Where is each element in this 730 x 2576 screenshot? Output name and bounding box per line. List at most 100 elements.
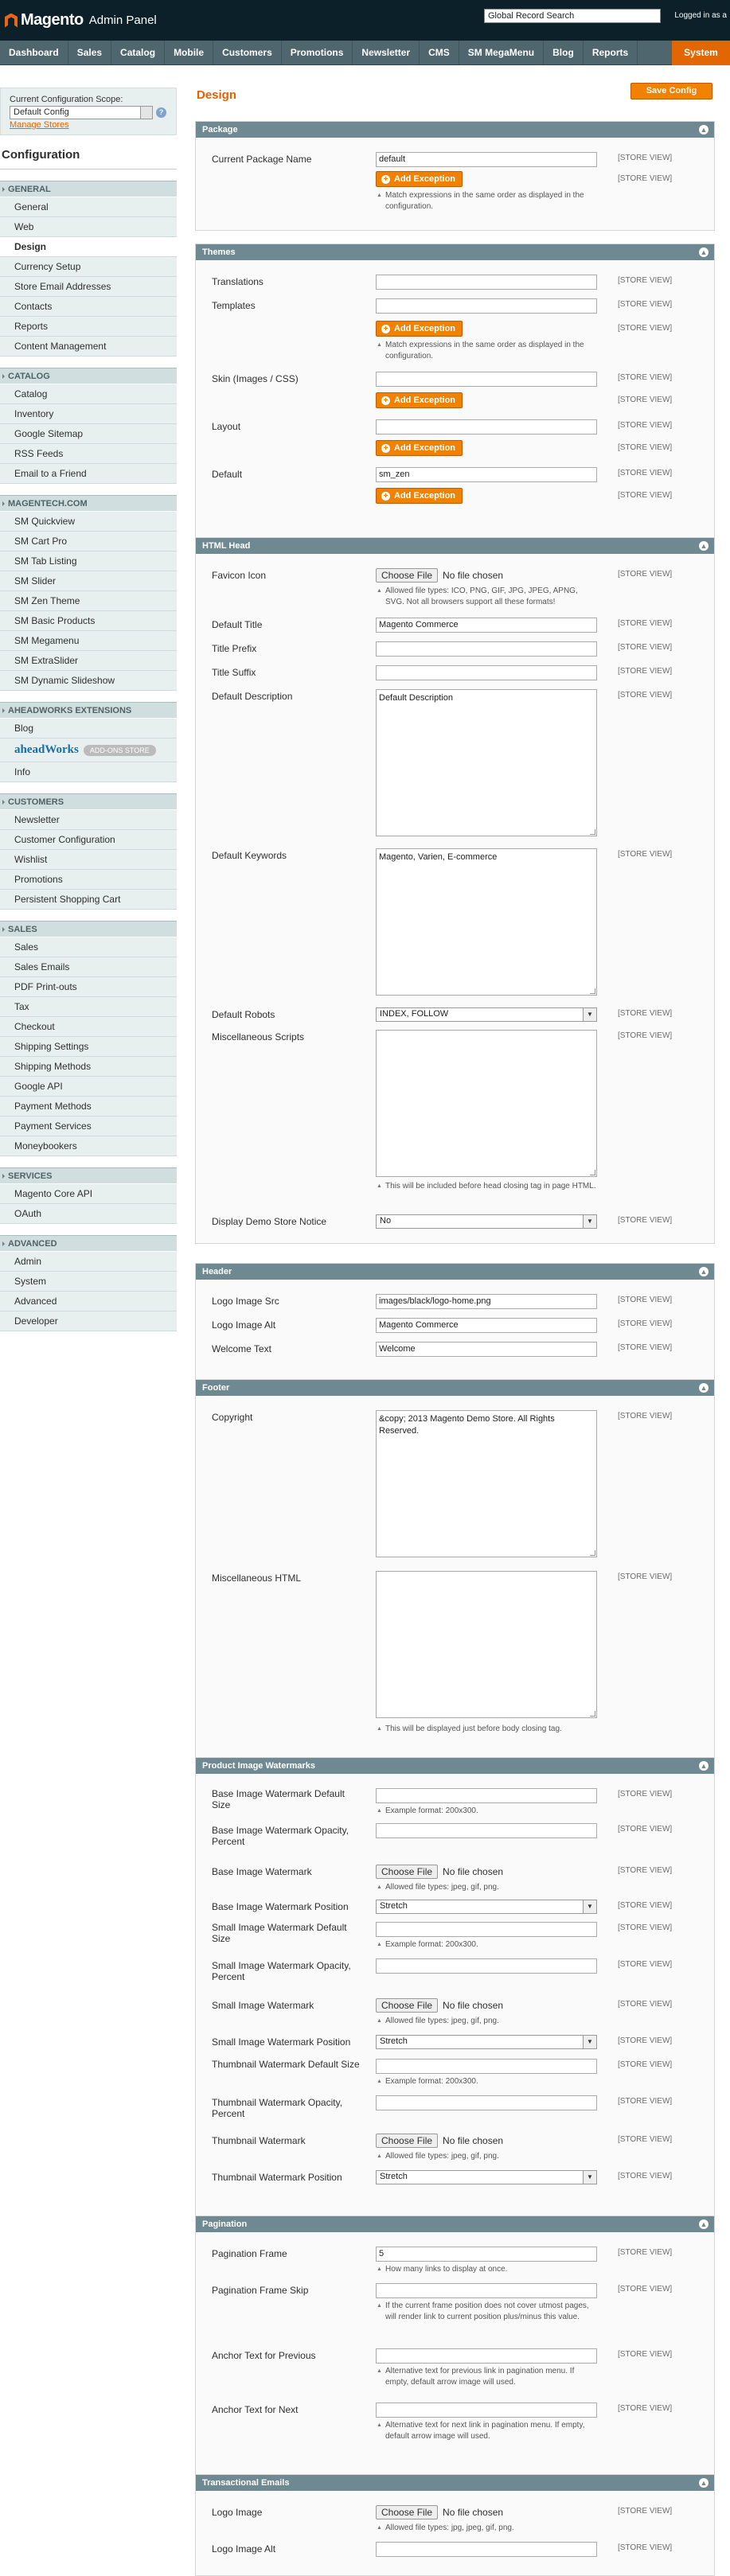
fieldset-header[interactable]: Transactional Emails ▲ <box>196 2475 714 2491</box>
thumb-opacity-input[interactable] <box>376 2095 597 2110</box>
fieldset-header[interactable]: Package ▲ <box>196 122 714 138</box>
sidebar-section-title[interactable]: CUSTOMERS <box>0 793 177 810</box>
default-theme-input[interactable]: sm_zen <box>376 467 597 482</box>
collapse-icon[interactable]: ▲ <box>699 125 709 134</box>
default-description-textarea[interactable]: Default Description <box>376 689 597 836</box>
sidebar-item-web[interactable]: Web <box>0 217 177 237</box>
sidebar-item-contacts[interactable]: Contacts <box>0 297 177 317</box>
skin-input[interactable] <box>376 372 597 387</box>
layout-input[interactable] <box>376 419 597 435</box>
sidebar-item-sm-zen-theme[interactable]: SM Zen Theme <box>0 591 177 611</box>
sidebar-section-title[interactable]: MAGENTECH.COM <box>0 495 177 512</box>
sidebar-item-admin[interactable]: Admin <box>0 1252 177 1272</box>
collapse-icon[interactable]: ▲ <box>699 1761 709 1771</box>
base-position-select[interactable]: Stretch <box>376 1900 597 1914</box>
sidebar-item-blog[interactable]: Blog <box>0 719 177 739</box>
pagination-frame-input[interactable]: 5 <box>376 2247 597 2262</box>
sidebar-item-info[interactable]: Info <box>0 762 177 782</box>
save-config-button[interactable]: Save Config <box>630 83 712 99</box>
sidebar-item-pdf-print-outs[interactable]: PDF Print-outs <box>0 977 177 997</box>
thumb-size-input[interactable] <box>376 2059 597 2074</box>
sidebar-item-store-email-addresses[interactable]: Store Email Addresses <box>0 277 177 297</box>
manage-stores-link[interactable]: Manage Stores <box>10 120 167 130</box>
fieldset-header[interactable]: Pagination ▲ <box>196 2216 714 2232</box>
aheadworks-logo[interactable]: aheadWorks ADD-ONS STORE <box>0 739 177 762</box>
sidebar-item-design[interactable]: Design <box>0 237 177 257</box>
sidebar-item-sm-tab-listing[interactable]: SM Tab Listing <box>0 551 177 571</box>
email-logo-alt-input[interactable] <box>376 2542 597 2557</box>
fieldset-header[interactable]: Product Image Watermarks ▲ <box>196 1758 714 1774</box>
sidebar-item-sales[interactable]: Sales <box>0 937 177 957</box>
collapse-icon[interactable]: ▲ <box>699 247 709 257</box>
sidebar-item-general[interactable]: General <box>0 197 177 217</box>
sidebar-item-payment-methods[interactable]: Payment Methods <box>0 1097 177 1117</box>
sidebar-item-sm-slider[interactable]: SM Slider <box>0 571 177 591</box>
nav-dashboard[interactable]: Dashboard <box>0 41 68 64</box>
sidebar-item-email-to-a-friend[interactable]: Email to a Friend <box>0 464 177 484</box>
sidebar-item-checkout[interactable]: Checkout <box>0 1017 177 1037</box>
sidebar-item-developer[interactable]: Developer <box>0 1311 177 1331</box>
collapse-icon[interactable]: ▲ <box>699 2219 709 2229</box>
sidebar-item-promotions[interactable]: Promotions <box>0 870 177 890</box>
fieldset-header[interactable]: Footer ▲ <box>196 1380 714 1396</box>
nav-sales[interactable]: Sales <box>68 41 112 64</box>
logo-alt-input[interactable]: Magento Commerce <box>376 1318 597 1333</box>
thumb-position-select[interactable]: Stretch <box>376 2170 597 2184</box>
sidebar-item-shipping-settings[interactable]: Shipping Settings <box>0 1037 177 1057</box>
sidebar-item-rss-feeds[interactable]: RSS Feeds <box>0 444 177 464</box>
base-size-input[interactable] <box>376 1788 597 1803</box>
nav-newsletter[interactable]: Newsletter <box>353 41 420 64</box>
title-suffix-input[interactable] <box>376 665 597 680</box>
sidebar-item-oauth[interactable]: OAuth <box>0 1204 177 1224</box>
small-position-select[interactable]: Stretch <box>376 2035 597 2049</box>
thumb-watermark-file[interactable]: Choose File No file chosen <box>376 2134 503 2148</box>
fieldset-header[interactable]: Header ▲ <box>196 1264 714 1280</box>
fieldset-header[interactable]: HTML Head ▲ <box>196 538 714 554</box>
choose-file-button[interactable]: Choose File <box>376 1865 439 1879</box>
add-exception-button[interactable]: + Add Exception <box>376 488 463 504</box>
add-exception-button[interactable]: + Add Exception <box>376 171 463 187</box>
sidebar-item-sm-extraslider[interactable]: SM ExtraSlider <box>0 651 177 671</box>
collapse-icon[interactable]: ▲ <box>699 1267 709 1276</box>
base-watermark-file[interactable]: Choose File No file chosen <box>376 1865 503 1879</box>
nav-catalog[interactable]: Catalog <box>111 41 166 64</box>
sidebar-item-customer-configuration[interactable]: Customer Configuration <box>0 830 177 850</box>
scope-select[interactable]: Default Config <box>10 106 153 119</box>
sidebar-item-reports[interactable]: Reports <box>0 317 177 337</box>
nav-cms[interactable]: CMS <box>420 41 459 64</box>
sidebar-item-persistent-shopping-cart[interactable]: Persistent Shopping Cart <box>0 890 177 910</box>
copyright-textarea[interactable]: &copy; 2013 Magento Demo Store. All Righ… <box>376 1410 597 1557</box>
global-search-input[interactable]: Global Record Search <box>484 9 661 23</box>
sidebar-item-tax[interactable]: Tax <box>0 997 177 1017</box>
help-icon[interactable]: ? <box>156 107 166 118</box>
misc-scripts-textarea[interactable] <box>376 1030 597 1177</box>
templates-input[interactable] <box>376 298 597 314</box>
sidebar-section-title[interactable]: AHEADWORKS EXTENSIONS <box>0 702 177 719</box>
title-prefix-input[interactable] <box>376 641 597 657</box>
add-exception-button[interactable]: + Add Exception <box>376 440 463 456</box>
nav-blog[interactable]: Blog <box>544 41 584 64</box>
sidebar-item-sales-emails[interactable]: Sales Emails <box>0 957 177 977</box>
demo-notice-select[interactable]: No <box>376 1214 597 1229</box>
sidebar-item-currency-setup[interactable]: Currency Setup <box>0 257 177 277</box>
sidebar-item-sm-dynamic-slideshow[interactable]: SM Dynamic Slideshow <box>0 671 177 691</box>
fieldset-header[interactable]: Themes ▲ <box>196 244 714 260</box>
welcome-text-input[interactable]: Welcome <box>376 1342 597 1357</box>
sidebar-section-title[interactable]: GENERAL <box>0 181 177 197</box>
sidebar-item-wishlist[interactable]: Wishlist <box>0 850 177 870</box>
misc-html-textarea[interactable] <box>376 1571 597 1718</box>
favicon-file-input[interactable]: Choose File No file chosen <box>376 568 503 583</box>
nav-system[interactable]: System <box>672 41 730 65</box>
collapse-icon[interactable]: ▲ <box>699 2478 709 2488</box>
choose-file-button[interactable]: Choose File <box>376 2505 439 2519</box>
sidebar-item-content-management[interactable]: Content Management <box>0 337 177 357</box>
sidebar-item-advanced[interactable]: Advanced <box>0 1292 177 1311</box>
anchor-next-input[interactable] <box>376 2403 597 2418</box>
current-package-input[interactable]: default <box>376 152 597 167</box>
sidebar-item-newsletter[interactable]: Newsletter <box>0 810 177 830</box>
sidebar-item-system[interactable]: System <box>0 1272 177 1292</box>
collapse-icon[interactable]: ▲ <box>699 541 709 551</box>
sidebar-item-catalog[interactable]: Catalog <box>0 384 177 404</box>
sidebar-item-sm-megamenu[interactable]: SM Megamenu <box>0 631 177 651</box>
sidebar-section-title[interactable]: SERVICES <box>0 1167 177 1184</box>
